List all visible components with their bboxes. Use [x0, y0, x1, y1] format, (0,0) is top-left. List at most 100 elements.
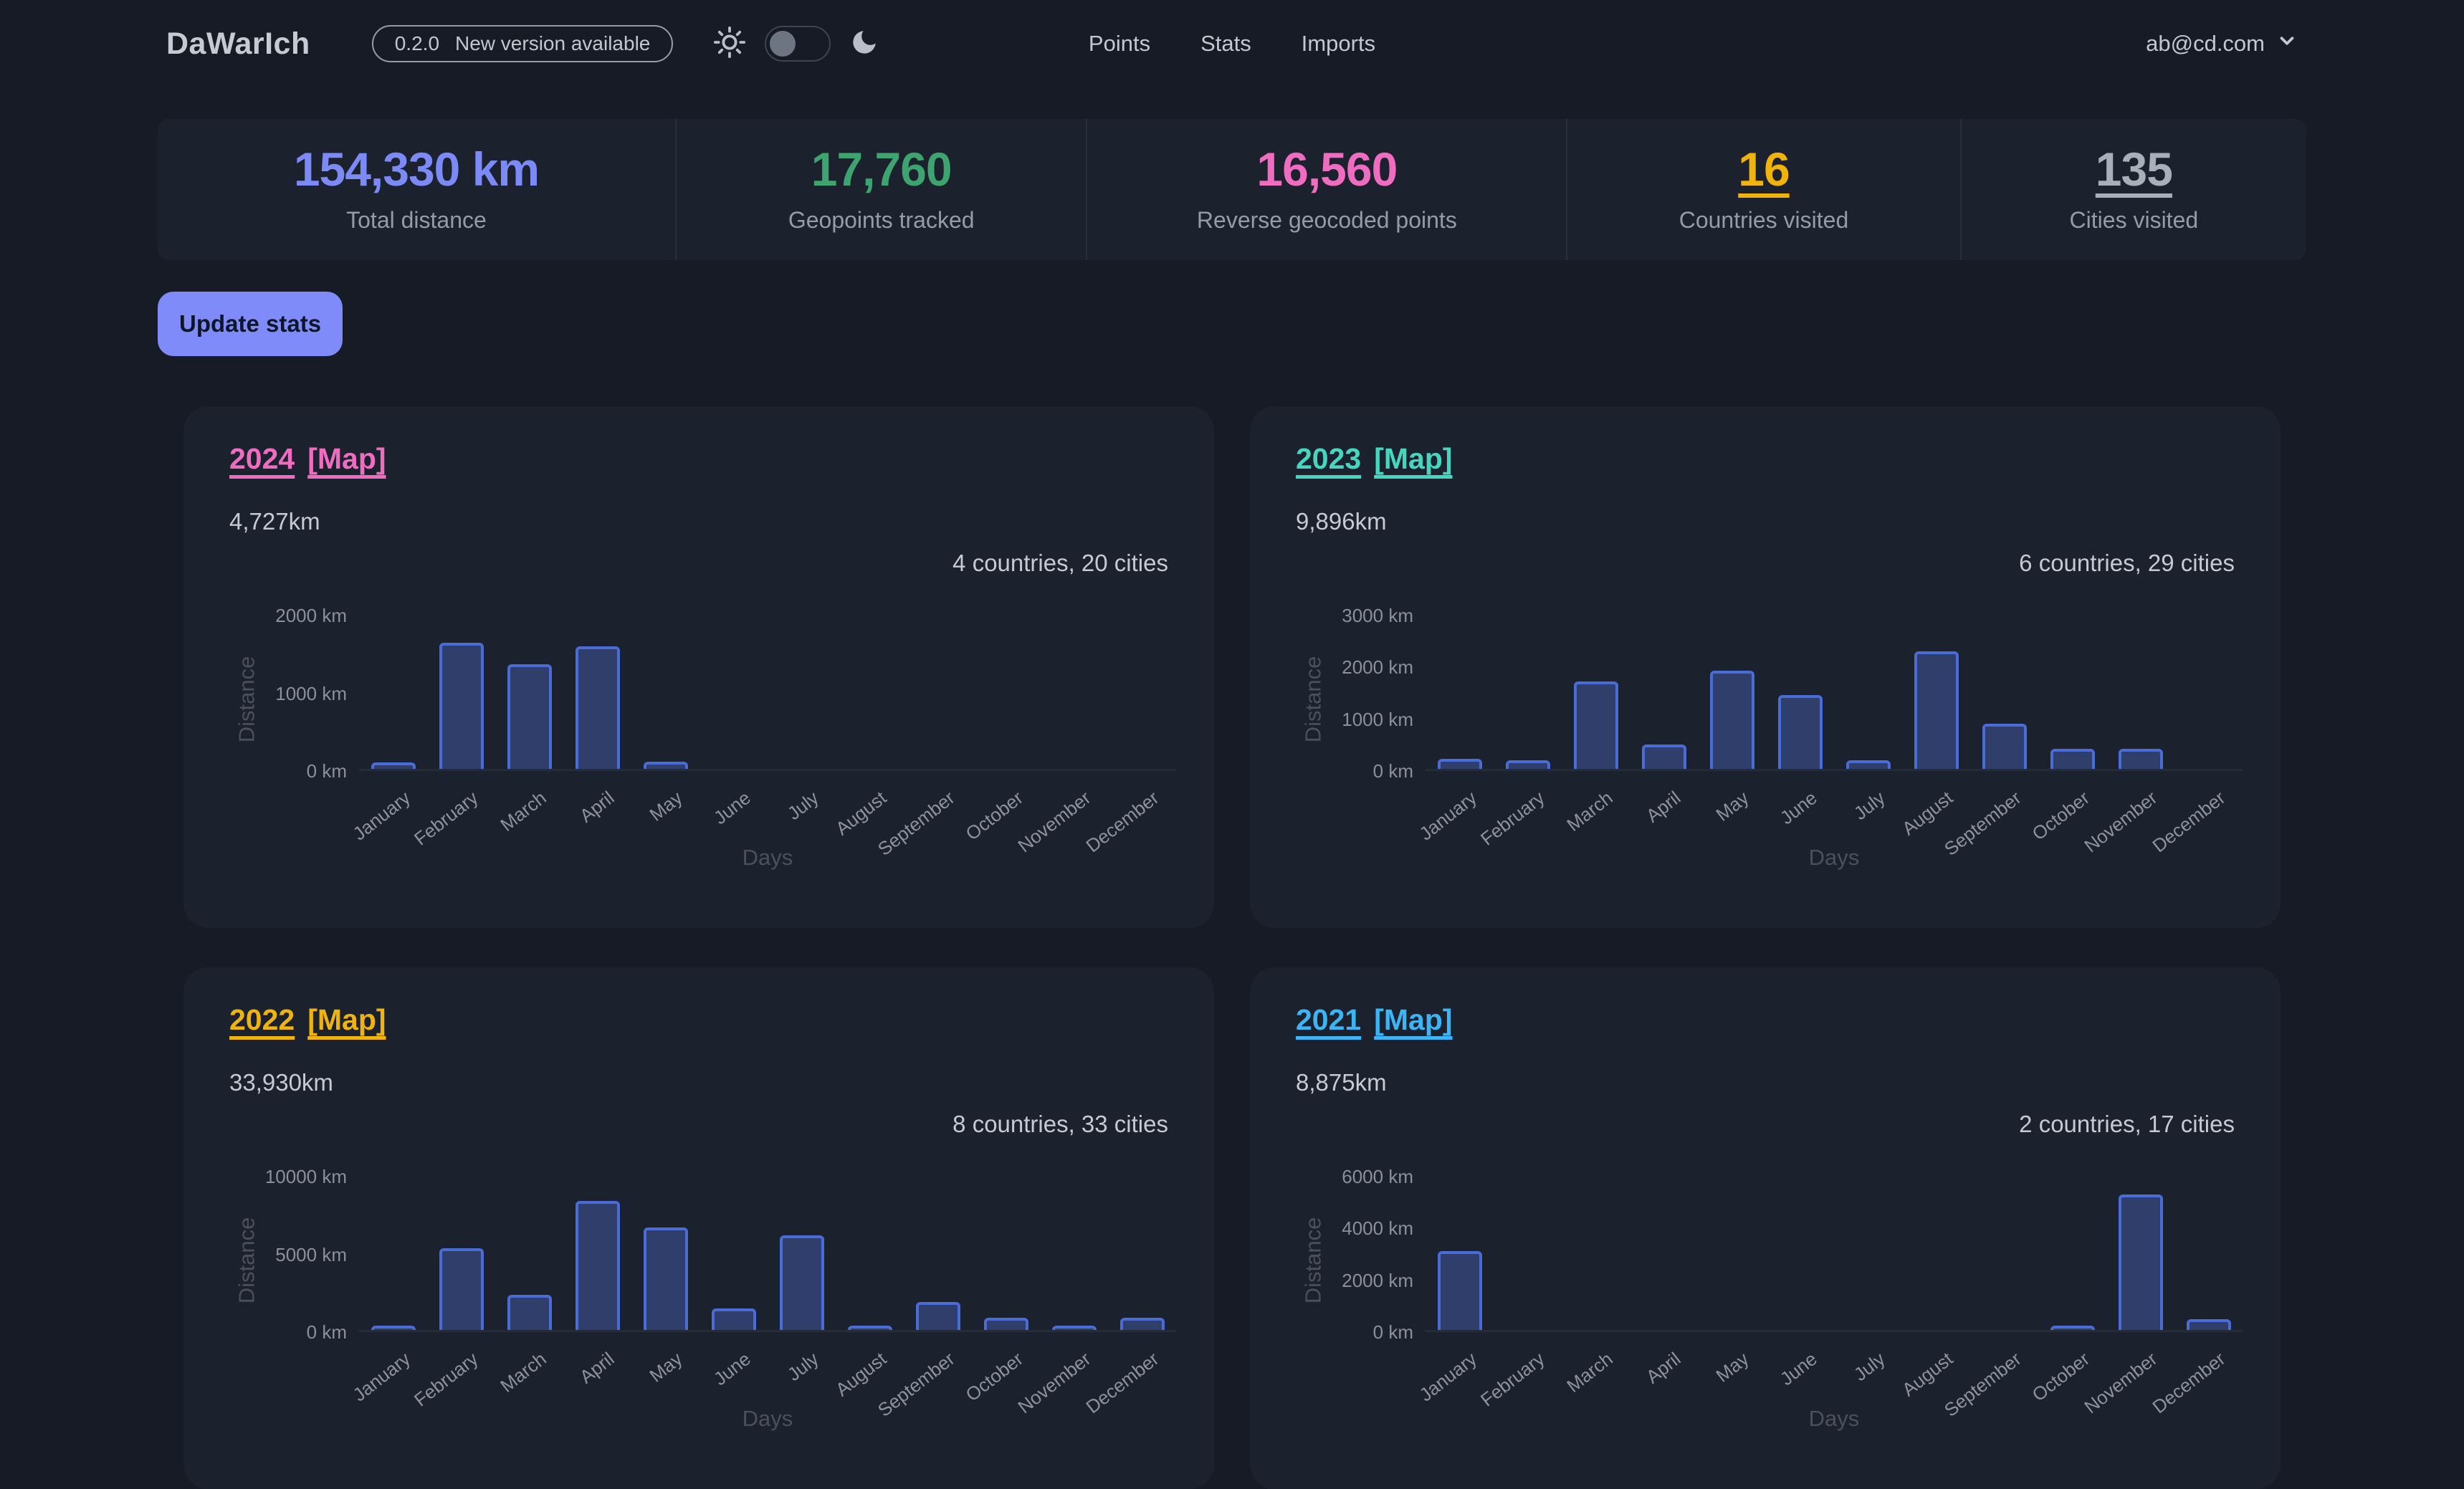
stat-countries-visited: 16 Countries visited — [1567, 119, 1961, 260]
month-label-text: July — [1850, 1348, 1890, 1386]
cities-visited-link[interactable]: 135 — [2096, 145, 2172, 193]
bar-july — [780, 1235, 824, 1330]
y-tick-0: 0 km — [1250, 760, 1413, 782]
month-label-text: May — [1711, 1348, 1753, 1387]
bar-may — [644, 1227, 688, 1330]
sun-icon — [713, 26, 746, 62]
month-label-text: August — [831, 1348, 891, 1401]
month-label-text: May — [1711, 787, 1753, 826]
bar-march — [507, 664, 552, 769]
countries-visited-link[interactable]: 16 — [1738, 145, 1789, 193]
chart-plot-area — [1426, 1177, 2243, 1332]
month-label-text: August — [1898, 787, 1957, 840]
y-tick-1000: 1000 km — [1250, 708, 1413, 731]
bar-february — [439, 643, 484, 769]
bar-january — [371, 1326, 416, 1330]
map-link[interactable]: [Map] — [307, 1003, 386, 1037]
bar-october — [2050, 1326, 2095, 1330]
moon-icon — [849, 27, 879, 61]
x-axis-title: Days — [1426, 845, 2243, 871]
bar-march — [1574, 681, 1618, 769]
year-card-2024: 2024 [Map] 4,727km 4 countries, 20 citie… — [183, 406, 1214, 928]
stat-label: Countries visited — [1679, 207, 1849, 234]
year-distance: 4,727km — [229, 508, 320, 535]
chevron-down-icon — [2276, 30, 2298, 57]
bar-november — [1052, 1326, 1097, 1330]
y-tick-3000: 3000 km — [1250, 604, 1413, 627]
bar-may — [1710, 671, 1754, 769]
month-label-text: January — [1415, 787, 1481, 845]
stat-label: Geopoints tracked — [788, 207, 975, 234]
year-link[interactable]: 2021 — [1296, 1003, 1361, 1037]
year-card-header: 2023 [Map] — [1296, 442, 1453, 476]
year-link[interactable]: 2023 — [1296, 442, 1361, 476]
nav-item-points[interactable]: Points — [1089, 31, 1150, 57]
header: DaWarIch 0.2.0 New version available Poi… — [0, 0, 2464, 87]
y-tick-0: 0 km — [183, 760, 347, 782]
stat-cities-visited: 135 Cities visited — [1962, 119, 2306, 260]
month-label-text: January — [348, 1348, 414, 1406]
theme-toggle-knob — [770, 31, 796, 57]
stat-value: 17,760 — [811, 145, 952, 193]
stat-total-distance: 154,330 km Total distance — [158, 119, 677, 260]
y-tick-2000: 2000 km — [183, 604, 347, 627]
month-label-text: April — [576, 1348, 619, 1388]
stat-label: Total distance — [346, 207, 487, 234]
month-label-text: February — [410, 1348, 482, 1411]
bar-january — [1438, 1251, 1482, 1330]
map-link[interactable]: [Map] — [307, 442, 386, 476]
month-label-text: March — [1562, 787, 1617, 836]
user-email: ab@cd.com — [2146, 31, 2265, 57]
bar-july — [1846, 760, 1891, 769]
month-label-text: March — [1562, 1348, 1617, 1397]
month-label-text: February — [1476, 1348, 1549, 1411]
month-label-text: August — [831, 787, 891, 840]
month-label-text: June — [1776, 787, 1822, 829]
bar-april — [576, 646, 620, 769]
version-number: 0.2.0 — [395, 32, 439, 55]
version-message: New version available — [455, 32, 650, 55]
map-link[interactable]: [Map] — [1374, 1003, 1452, 1037]
month-label-text: July — [783, 787, 823, 825]
y-axis-title: Distance — [1297, 1182, 1329, 1338]
stat-label: Cities visited — [2070, 207, 2199, 234]
bar-november — [2119, 1194, 2163, 1330]
app-logo: DaWarIch — [166, 27, 310, 62]
bar-may — [644, 762, 688, 769]
year-card-2021: 2021 [Map] 8,875km 2 countries, 17 citie… — [1250, 967, 2281, 1489]
chart-plot-area — [1426, 616, 2243, 771]
month-label-text: March — [496, 787, 550, 836]
stat-value: 16,560 — [1256, 145, 1397, 193]
y-axis-title: Distance — [1297, 621, 1329, 777]
year-card-2023: 2023 [Map] 9,896km 6 countries, 29 citie… — [1250, 406, 2281, 928]
year-distance: 33,930km — [229, 1069, 333, 1096]
theme-switcher — [713, 26, 879, 62]
nav-item-imports[interactable]: Imports — [1302, 31, 1375, 57]
x-axis-title: Days — [359, 845, 1176, 871]
main-nav: Points Stats Imports — [1089, 31, 1375, 57]
stat-reverse-geocoded: 16,560 Reverse geocoded points — [1087, 119, 1567, 260]
year-link[interactable]: 2024 — [229, 442, 295, 476]
nav-item-stats[interactable]: Stats — [1200, 31, 1251, 57]
bar-march — [507, 1295, 552, 1330]
y-tick-10000: 10000 km — [183, 1165, 347, 1188]
month-label-text: February — [1476, 787, 1549, 850]
update-stats-button[interactable]: Update stats — [158, 292, 343, 356]
year-distance: 8,875km — [1296, 1069, 1387, 1096]
month-label-text: August — [1898, 1348, 1957, 1401]
month-label-text: April — [1642, 787, 1685, 827]
theme-toggle[interactable] — [765, 26, 831, 62]
version-badge[interactable]: 0.2.0 New version available — [372, 25, 674, 62]
chart-plot-area — [359, 1177, 1176, 1332]
map-link[interactable]: [Map] — [1374, 442, 1452, 476]
year-card-2022: 2022 [Map] 33,930km 8 countries, 33 citi… — [183, 967, 1214, 1489]
month-label-text: April — [1642, 1348, 1685, 1388]
user-menu[interactable]: ab@cd.com — [2146, 30, 2298, 57]
month-label-text: May — [645, 787, 687, 826]
year-card-header: 2021 [Map] — [1296, 1003, 1453, 1037]
month-label-text: May — [645, 1348, 687, 1387]
year-link[interactable]: 2022 — [229, 1003, 295, 1037]
y-tick-2000: 2000 km — [1250, 656, 1413, 679]
bar-december — [1120, 1318, 1165, 1330]
bar-august — [1914, 651, 1959, 769]
